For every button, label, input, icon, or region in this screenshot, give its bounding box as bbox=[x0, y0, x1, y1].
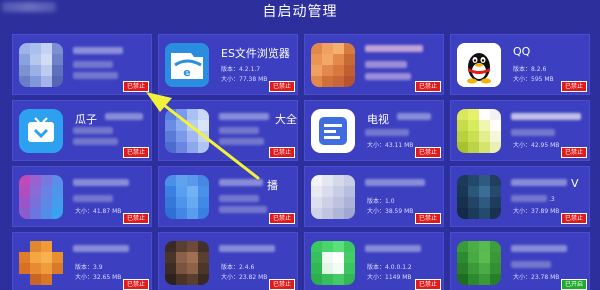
blurred-app-icon bbox=[457, 175, 501, 219]
app-card[interactable]: 版本：2.4.6 大小：23.82 MB 已禁止 bbox=[158, 232, 298, 290]
app-version: 版本：2.4.6 bbox=[221, 264, 255, 271]
app-card[interactable]: 大小：41.87 MB 已禁止 bbox=[12, 166, 152, 227]
blurred-app-icon bbox=[457, 241, 501, 285]
app-card-qq[interactable]: QQ 版本：8.2.6 大小：595 MB 已禁止 bbox=[450, 34, 590, 95]
status-badge[interactable]: 已禁止 bbox=[414, 147, 441, 158]
app-size: 大小：77.38 MB bbox=[221, 76, 268, 83]
app-version: 版本：1.0 bbox=[367, 198, 395, 205]
app-card[interactable]: 大小：42.95 MB 已禁止 bbox=[450, 100, 590, 161]
app-card[interactable]: 已禁止 bbox=[304, 34, 444, 95]
status-badge[interactable]: 已禁止 bbox=[122, 81, 149, 92]
blurred-app-icon bbox=[457, 109, 501, 153]
svg-text:e: e bbox=[183, 66, 190, 79]
app-version: .3 bbox=[549, 196, 555, 203]
app-card[interactable]: V .3 大小：37.89 MB 已禁止 bbox=[450, 166, 590, 227]
page-title: 自启动管理 bbox=[262, 4, 338, 20]
status-badge[interactable]: 已禁止 bbox=[268, 81, 295, 92]
status-badge[interactable]: 已禁止 bbox=[268, 213, 295, 224]
status-badge[interactable]: 已禁止 bbox=[560, 213, 587, 224]
tv-icon bbox=[19, 109, 63, 153]
app-size: 大小：42.95 MB bbox=[513, 142, 560, 149]
app-card[interactable]: 大全 已禁止 bbox=[158, 100, 298, 161]
app-version: 版本：4.2.1.7 bbox=[221, 66, 261, 73]
blurred-app-icon bbox=[311, 175, 355, 219]
app-name: V bbox=[571, 177, 579, 190]
blurred-app-icon bbox=[19, 241, 63, 285]
app-card[interactable]: 版本：3.9 大小：32.65 MB 已禁止 bbox=[12, 232, 152, 290]
app-name: QQ bbox=[513, 45, 531, 58]
top-bar: 自启动管理 bbox=[0, 0, 600, 28]
status-badge[interactable]: 已禁止 bbox=[414, 81, 441, 92]
blurred-app-icon bbox=[19, 175, 63, 219]
app-version: 版本：8.2.6 bbox=[513, 66, 547, 73]
app-card[interactable]: 已禁止 bbox=[12, 34, 152, 95]
blurred-app-icon bbox=[165, 241, 209, 285]
blurred-app-icon bbox=[165, 175, 209, 219]
blurred-app-icon bbox=[19, 43, 63, 87]
app-name: 瓜子 bbox=[75, 113, 97, 126]
qq-penguin-icon bbox=[457, 43, 501, 87]
app-size: 大小：41.87 MB bbox=[75, 208, 122, 215]
app-name: ES文件浏览器 bbox=[221, 47, 290, 60]
app-size: 大小：43.11 MB bbox=[367, 142, 414, 149]
app-grid: 已禁止 e ES文件浏览器 版本：4.2.1.7 大小：77.38 MB 已禁止 bbox=[12, 34, 600, 290]
app-size: 大小：37.89 MB bbox=[513, 208, 560, 215]
app-card-es-file-explorer[interactable]: e ES文件浏览器 版本：4.2.1.7 大小：77.38 MB 已禁止 bbox=[158, 34, 298, 95]
app-size: 大小：23.82 MB bbox=[221, 274, 268, 281]
app-card[interactable]: 版本：4.0.0.1.2 大小：1149 MB 已禁止 bbox=[304, 232, 444, 290]
status-badge[interactable]: 已开启 bbox=[560, 279, 587, 290]
blurred-app-icon bbox=[311, 43, 355, 87]
es-file-explorer-icon: e bbox=[165, 43, 209, 87]
app-card[interactable]: 大小：23.78 MB 已开启 bbox=[450, 232, 590, 290]
app-size: 大小：32.65 MB bbox=[75, 274, 122, 281]
status-badge[interactable]: 已禁止 bbox=[268, 147, 295, 158]
blurred-app-icon bbox=[311, 241, 355, 285]
blurred-app-icon bbox=[165, 109, 209, 153]
app-size: 大小：1149 MB bbox=[367, 274, 412, 281]
app-version: 版本：4.0.0.1.2 bbox=[367, 264, 412, 271]
app-version: 版本：3.9 bbox=[75, 264, 103, 271]
status-badge[interactable]: 已禁止 bbox=[560, 147, 587, 158]
status-badge[interactable]: 已禁止 bbox=[122, 279, 149, 290]
status-badge[interactable]: 已禁止 bbox=[560, 81, 587, 92]
status-badge[interactable]: 已禁止 bbox=[122, 147, 149, 158]
app-name: 大全 bbox=[275, 113, 297, 126]
status-badge[interactable]: 已禁止 bbox=[414, 213, 441, 224]
app-size: 大小：595 MB bbox=[513, 76, 554, 83]
app-name: 电视 bbox=[367, 113, 389, 126]
app-card[interactable]: 版本：1.0 大小：38.59 MB 已禁止 bbox=[304, 166, 444, 227]
status-badge[interactable]: 已禁止 bbox=[414, 279, 441, 290]
status-badge[interactable]: 已禁止 bbox=[268, 279, 295, 290]
app-size: 大小：23.78 MB bbox=[513, 274, 560, 281]
tv-guide-icon bbox=[311, 109, 355, 153]
app-card-tv[interactable]: 电视 大小：43.11 MB 已禁止 bbox=[304, 100, 444, 161]
app-card[interactable]: 播 已禁止 bbox=[158, 166, 298, 227]
app-name: 播 bbox=[267, 179, 278, 192]
app-card-guazi[interactable]: 瓜子 已禁止 bbox=[12, 100, 152, 161]
status-badge[interactable]: 已禁止 bbox=[122, 213, 149, 224]
app-size: 大小：38.59 MB bbox=[367, 208, 414, 215]
